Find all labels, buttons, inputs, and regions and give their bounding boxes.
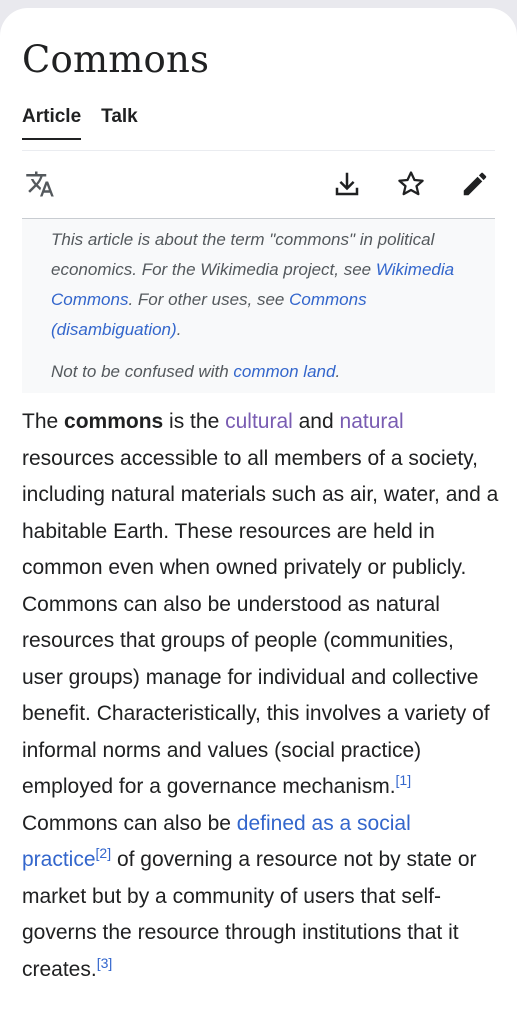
namespace-tabs: Article Talk <box>22 106 158 140</box>
hatnote-confused: Not to be confused with common land. <box>51 362 341 381</box>
language-icon[interactable] <box>22 166 58 202</box>
link-natural[interactable]: natural <box>340 410 404 433</box>
download-icon[interactable] <box>329 166 365 202</box>
link-cultural[interactable]: cultural <box>225 410 293 433</box>
edit-pencil-icon[interactable] <box>457 166 493 202</box>
tab-article[interactable]: Article <box>22 106 82 140</box>
article-sheet: Commons Article Talk This article is abo… <box>0 8 517 1024</box>
page-title: Commons <box>22 38 210 81</box>
lead-paragraph: The commons is the cultural and natural … <box>22 410 499 981</box>
hatnote: This article is about the term "commons"… <box>22 219 495 393</box>
article-body: The commons is the cultural and natural … <box>22 404 500 988</box>
ref-1[interactable]: [1] <box>396 772 412 788</box>
ref-2[interactable]: [2] <box>96 845 112 861</box>
hatnote-about: This article is about the term "commons"… <box>51 230 455 339</box>
tab-talk[interactable]: Talk <box>101 106 138 140</box>
ref-3[interactable]: [3] <box>97 955 113 971</box>
star-icon[interactable] <box>393 166 429 202</box>
page-actions-toolbar <box>22 166 495 206</box>
link-common-land[interactable]: common land <box>233 362 335 381</box>
bold-term: commons <box>64 410 164 433</box>
tabs-divider <box>22 150 495 151</box>
